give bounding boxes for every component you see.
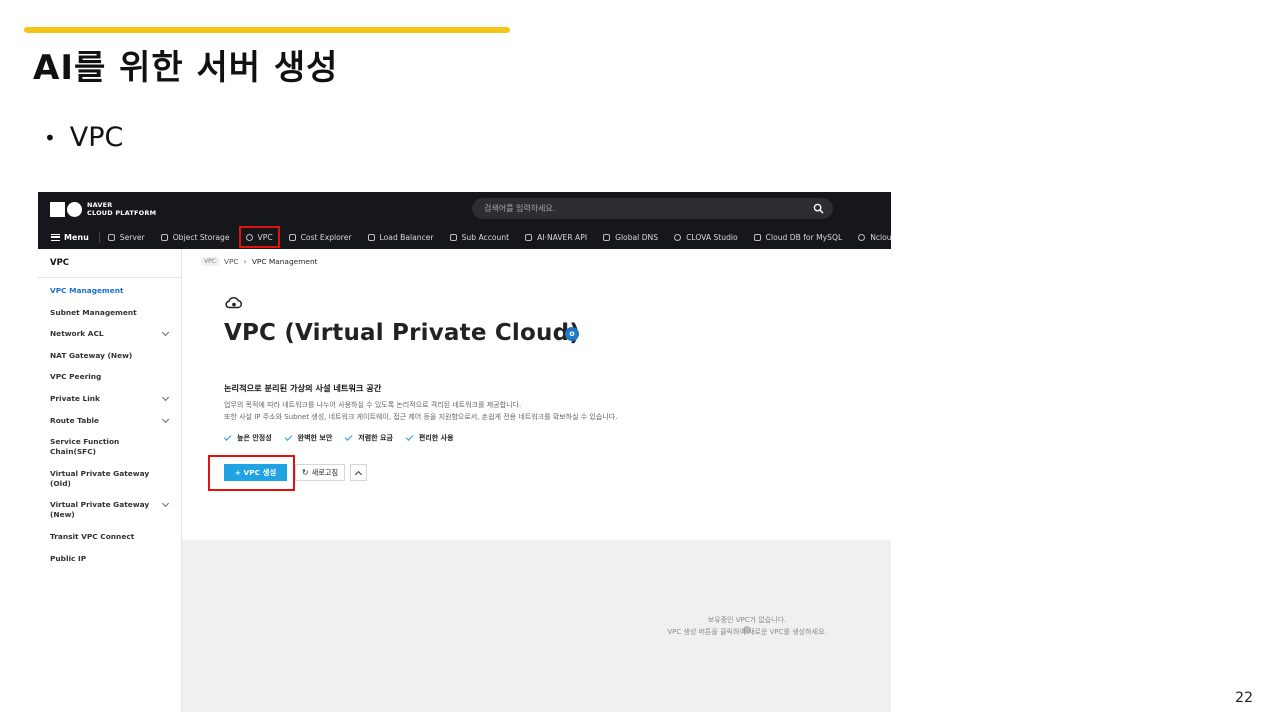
chevron-down-icon bbox=[161, 415, 170, 424]
empty-state-text: 보유중인 VPC가 없습니다. bbox=[707, 616, 787, 624]
chevron-down-icon bbox=[161, 328, 170, 337]
sidebar-item-public-ip[interactable]: Public IP bbox=[50, 554, 170, 564]
page-title: VPC (Virtual Private Cloud) bbox=[224, 320, 580, 346]
feature-item: 완벽한 보안 bbox=[284, 433, 332, 443]
nav-item-load-balancer[interactable]: Load Balancer bbox=[360, 225, 442, 249]
sidebar-item-vpg-new[interactable]: Virtual Private Gateway (New) bbox=[50, 499, 170, 520]
users-icon bbox=[449, 233, 457, 241]
kubernetes-icon bbox=[858, 233, 866, 241]
sidebar-item-vpg-old[interactable]: Virtual Private Gateway (Old) bbox=[50, 469, 170, 489]
sidebar-item-network-acl[interactable]: Network ACL bbox=[50, 328, 170, 339]
sidebar-divider bbox=[38, 277, 182, 278]
feature-list: 높은 안정성 완벽한 보안 저렴한 요금 편리한 사용 bbox=[223, 433, 467, 443]
create-vpc-button[interactable]: + VPC 생성 bbox=[224, 464, 287, 481]
feature-item: 편리한 사용 bbox=[405, 433, 454, 443]
console-screenshot: NAVER CLOUD PLATFORM Menu Server Object … bbox=[38, 192, 891, 712]
clova-icon bbox=[674, 233, 682, 241]
check-icon bbox=[284, 433, 293, 441]
info-icon[interactable]: o bbox=[565, 327, 579, 341]
breadcrumb: VPC VPC › VPC Management bbox=[201, 257, 318, 266]
api-icon bbox=[525, 233, 533, 241]
sidebar-item-route-table[interactable]: Route Table bbox=[50, 415, 170, 426]
bullet-text: VPC bbox=[69, 122, 124, 153]
feature-item: 높은 안정성 bbox=[223, 433, 272, 443]
menu-button[interactable]: Menu bbox=[51, 231, 100, 243]
check-icon bbox=[344, 433, 353, 441]
database-icon bbox=[753, 233, 761, 241]
collapse-button[interactable] bbox=[350, 464, 367, 481]
sidebar-item-vpc-peering[interactable]: VPC Peering bbox=[50, 372, 170, 382]
sidebar-item-private-link[interactable]: Private Link bbox=[50, 393, 170, 404]
description-line: 또한 사설 IP 주소와 Subnet 생성, 네트워크 게이트웨이, 접근 제… bbox=[224, 413, 618, 421]
naver-cloud-logo[interactable]: NAVER CLOUD PLATFORM bbox=[50, 201, 156, 217]
breadcrumb-current: VPC Management bbox=[251, 257, 318, 266]
check-icon bbox=[223, 433, 232, 441]
service-nav: Menu Server Object Storage VPC Cost Expl… bbox=[38, 225, 891, 249]
logo-text: NAVER CLOUD PLATFORM bbox=[87, 201, 157, 217]
chevron-up-icon bbox=[354, 470, 363, 479]
nav-item-global-dns[interactable]: Global DNS bbox=[595, 225, 666, 249]
chevron-down-icon bbox=[161, 393, 170, 402]
nav-item-ncloud-kubernetes[interactable]: Ncloud Kubern bbox=[850, 225, 891, 249]
menu-label: Menu bbox=[64, 232, 89, 242]
slide-bullet: • VPC bbox=[44, 122, 123, 153]
sidebar-item-service-function-chain[interactable]: Service Function Chain(SFC) bbox=[50, 437, 170, 457]
vpc-cloud-icon bbox=[225, 297, 242, 309]
breadcrumb-tag: VPC bbox=[201, 257, 219, 266]
hamburger-icon bbox=[51, 233, 60, 241]
sidebar-item-nat-gateway[interactable]: NAT Gateway (New) bbox=[50, 351, 170, 361]
nav-item-sub-account[interactable]: Sub Account bbox=[442, 225, 518, 249]
console-header: NAVER CLOUD PLATFORM Menu Server Object … bbox=[38, 192, 891, 249]
sidebar-item-vpc-management[interactable]: VPC Management bbox=[50, 286, 170, 296]
description-line: 업무의 목적에 따라 네트워크를 나누어 사용하실 수 있도록 논리적으로 격리… bbox=[224, 401, 522, 409]
slide-title: AI를 위한 서버 생성 bbox=[33, 48, 339, 88]
nav-item-vpc[interactable]: VPC bbox=[238, 225, 281, 249]
storage-icon bbox=[160, 233, 168, 241]
dns-icon bbox=[603, 233, 611, 241]
bullet-dot-icon: • bbox=[44, 125, 56, 150]
nav-item-cloud-db-mysql[interactable]: Cloud DB for MySQL bbox=[746, 225, 851, 249]
empty-state-panel: 보유중인 VPC가 없습니다. VPC 생성 버튼을 클릭하여 새로운 VPC를… bbox=[182, 540, 891, 712]
server-icon bbox=[107, 233, 115, 241]
feature-item: 저렴한 요금 bbox=[344, 433, 393, 443]
refresh-button[interactable]: ↻ 새로고침 bbox=[295, 464, 345, 481]
cost-icon bbox=[288, 233, 296, 241]
load-balancer-icon bbox=[367, 233, 375, 241]
vpc-cloud-icon bbox=[245, 233, 253, 241]
sidebar-title: VPC bbox=[50, 258, 70, 268]
empty-state-hint: VPC 생성 버튼을 클릭하여 새로운 VPC를 생성하세요. bbox=[667, 628, 827, 636]
description-title: 논리적으로 분리된 가상의 사설 네트워크 공간 bbox=[224, 383, 382, 393]
nav-item-server[interactable]: Server bbox=[100, 225, 153, 249]
main-content: VPC VPC › VPC Management VPC (Virtual Pr… bbox=[182, 249, 891, 712]
logo-mark-icon bbox=[50, 201, 82, 217]
refresh-icon: ↻ bbox=[301, 468, 309, 477]
nav-item-ai-naver-api[interactable]: AI·NAVER API bbox=[517, 225, 595, 249]
sidebar-item-subnet-management[interactable]: Subnet Management bbox=[50, 308, 170, 318]
check-icon bbox=[405, 433, 414, 441]
nav-item-clova-studio[interactable]: CLOVA Studio bbox=[666, 225, 746, 249]
page-number: 22 bbox=[1235, 690, 1253, 706]
breadcrumb-parent[interactable]: VPC bbox=[224, 257, 239, 266]
slide-accent-bar bbox=[24, 27, 510, 33]
nav-item-cost-explorer[interactable]: Cost Explorer bbox=[281, 225, 360, 249]
search-icon[interactable] bbox=[813, 203, 824, 214]
search-input[interactable] bbox=[484, 198, 804, 219]
sidebar-item-transit-vpc-connect[interactable]: Transit VPC Connect bbox=[50, 532, 170, 542]
sidebar: VPC VPC Management Subnet Management Net… bbox=[38, 249, 182, 712]
nav-item-object-storage[interactable]: Object Storage bbox=[153, 225, 238, 249]
search-bar bbox=[472, 198, 833, 219]
chevron-right-icon: › bbox=[243, 257, 247, 266]
